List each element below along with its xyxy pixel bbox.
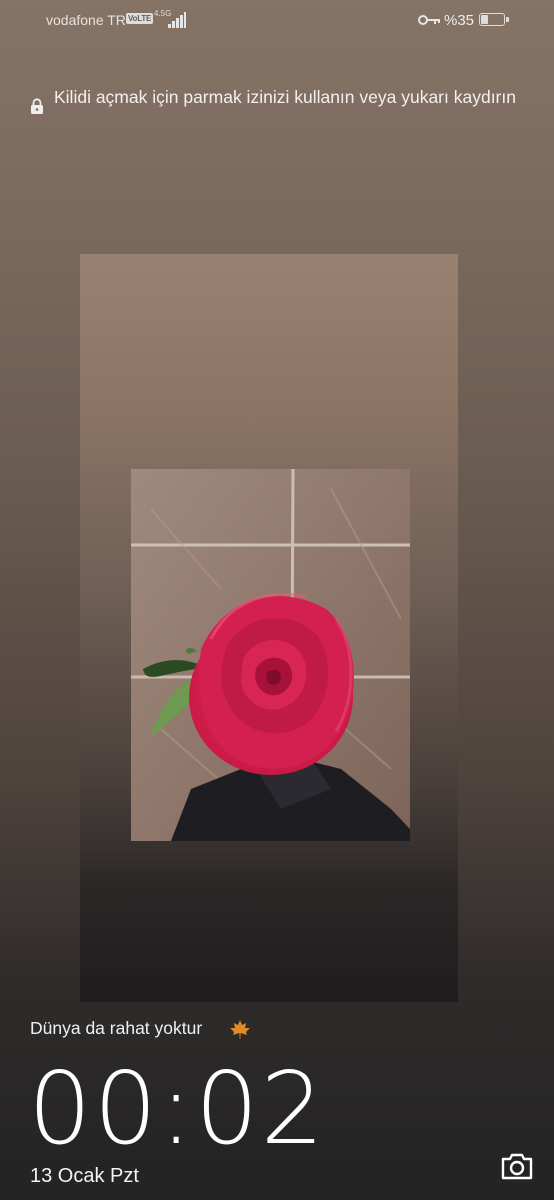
rose-photo bbox=[131, 469, 410, 841]
signal-icon bbox=[168, 12, 186, 28]
maple-leaf-icon bbox=[230, 1020, 250, 1039]
battery-percent: %35 bbox=[444, 12, 475, 29]
lockscreen-date: 13 Ocak Pzt bbox=[30, 1165, 139, 1187]
unlock-hint-text: Kilidi açmak için parmak izinizi kullanı… bbox=[54, 87, 516, 107]
lockscreen-clock: 00:02 bbox=[28, 1050, 327, 1167]
battery-level-fill bbox=[481, 15, 488, 24]
carrier-name: vodafone TR bbox=[46, 12, 126, 28]
key-icon bbox=[418, 15, 440, 25]
camera-icon[interactable] bbox=[500, 1152, 534, 1180]
battery-icon bbox=[479, 13, 509, 26]
owner-message: Dünya da rahat yoktur bbox=[30, 1018, 203, 1038]
lock-icon bbox=[31, 98, 43, 114]
status-bar: vodafone TR VoLTE 4.5G %35 bbox=[0, 0, 554, 40]
volte-badge: VoLTE bbox=[126, 13, 154, 24]
